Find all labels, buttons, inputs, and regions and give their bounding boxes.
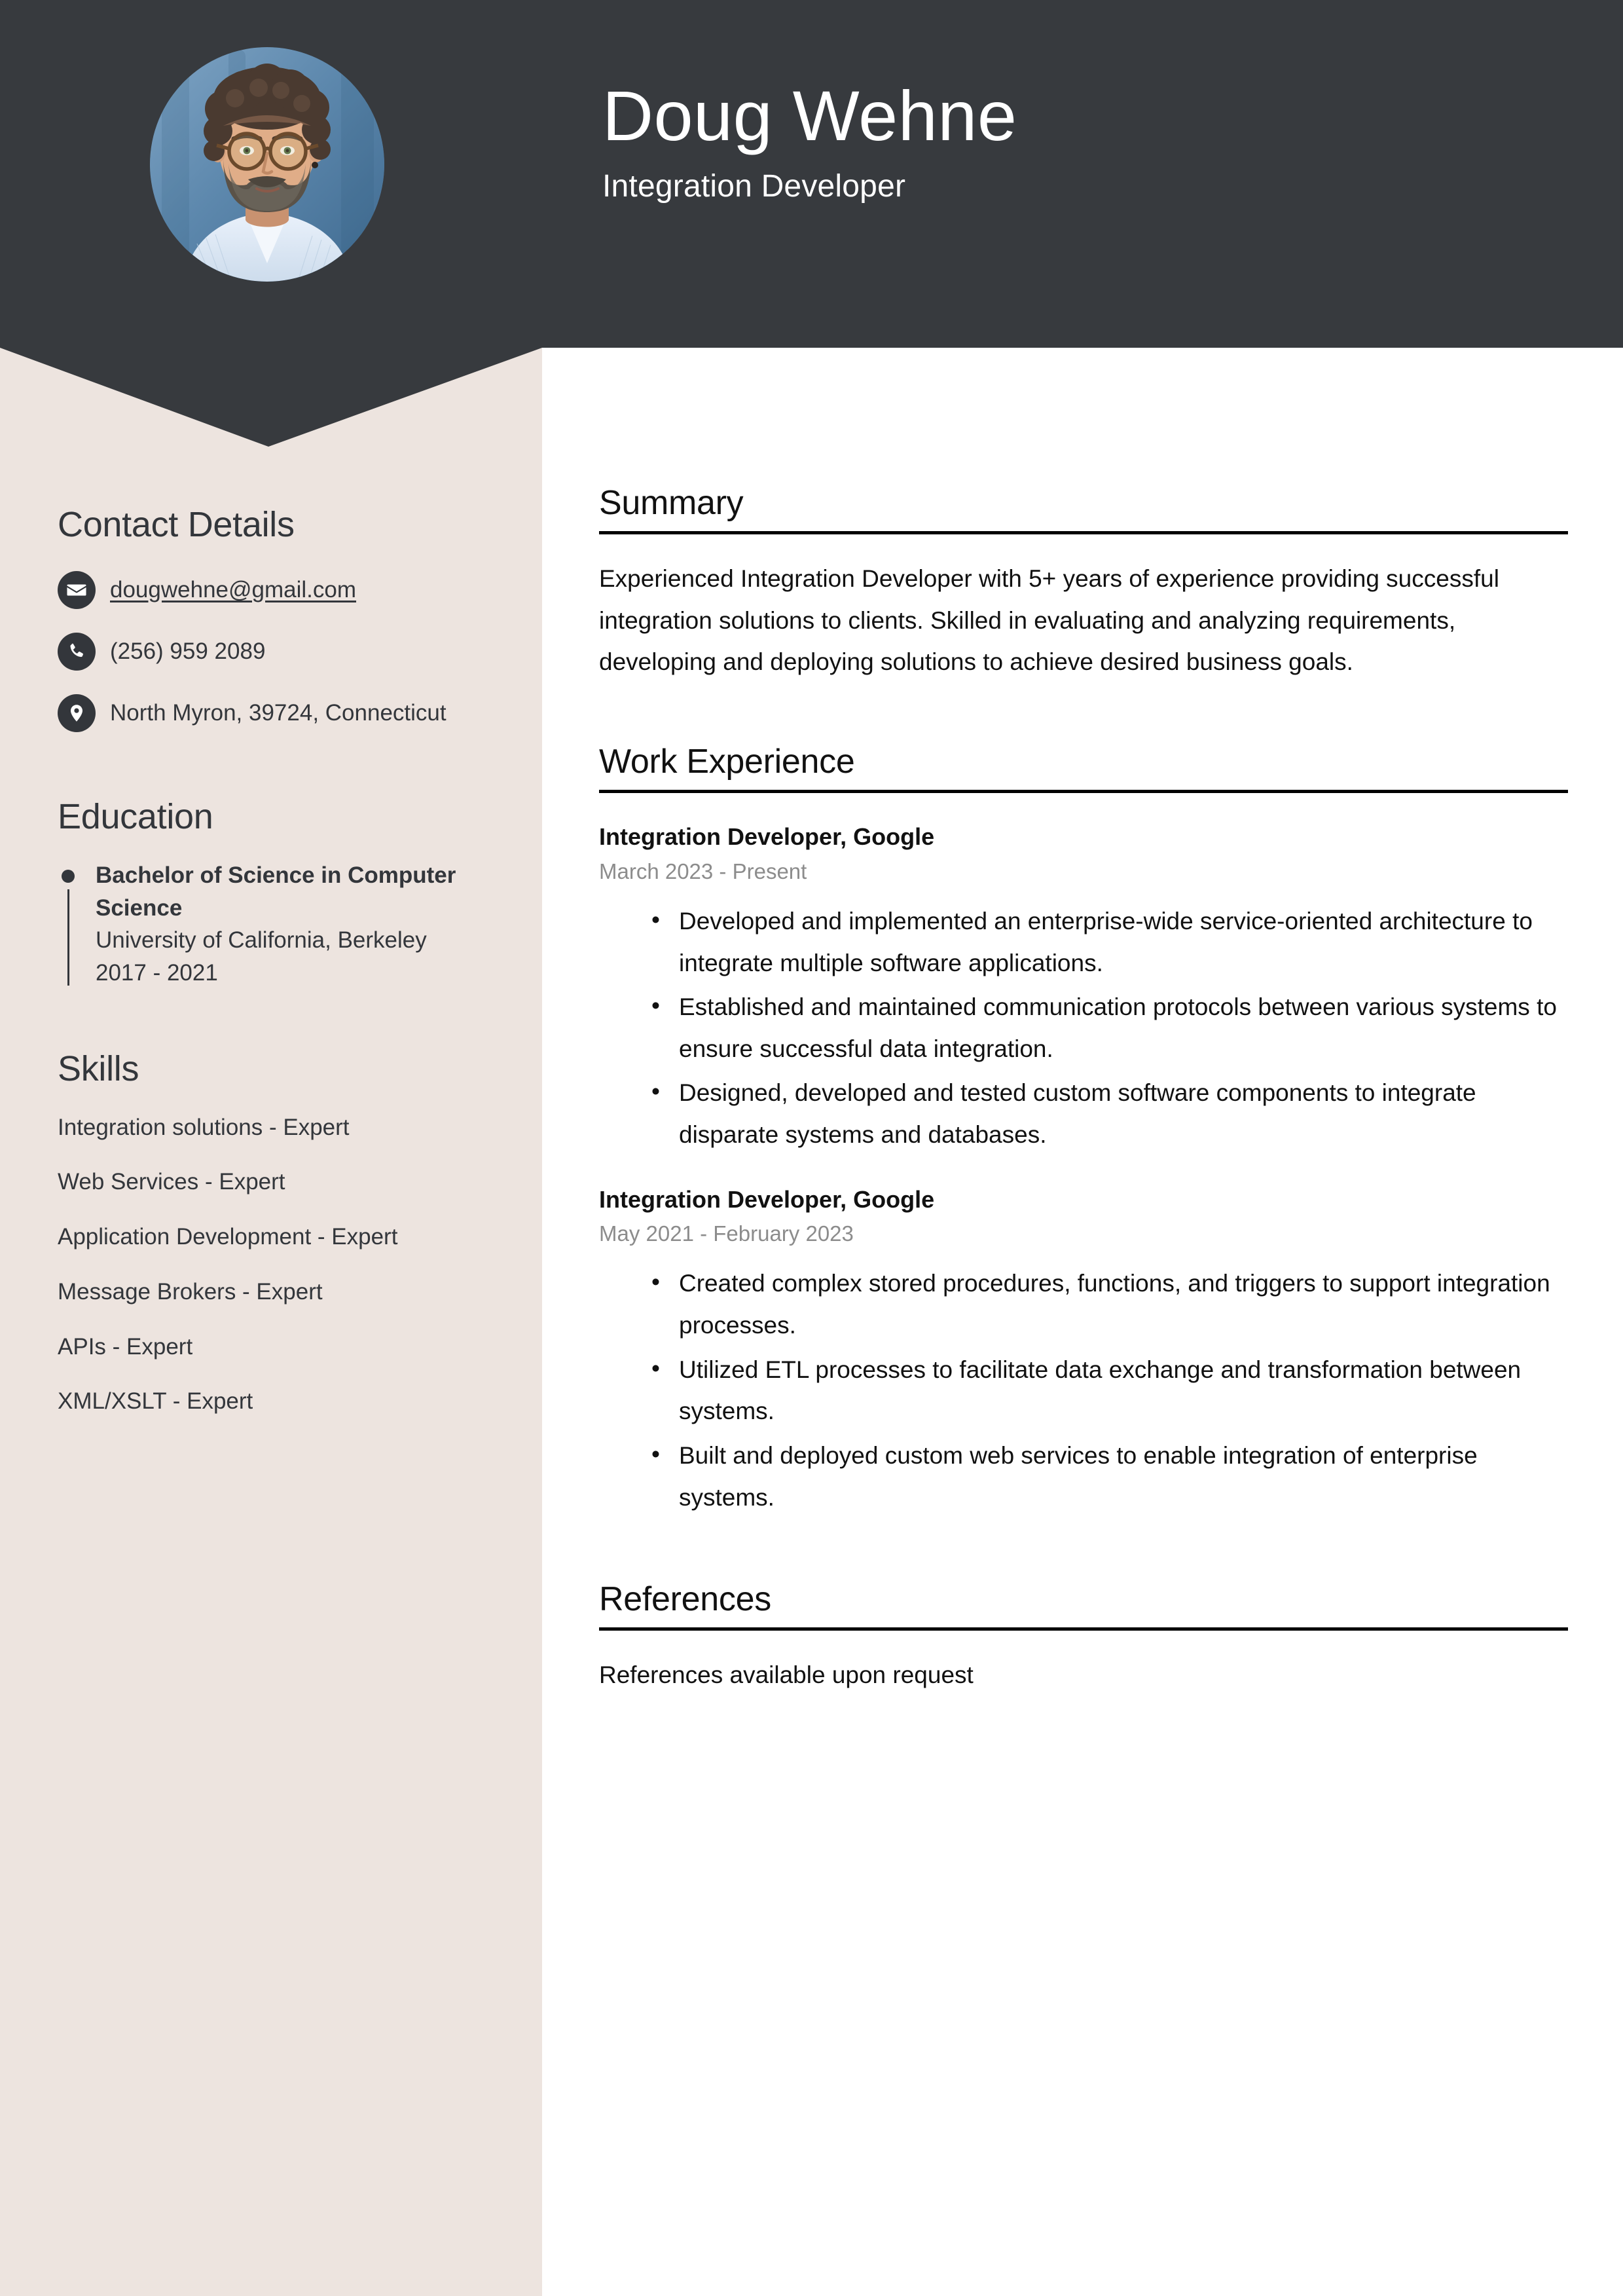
job-bullet: Developed and implemented an enterprise-… <box>651 899 1568 984</box>
job-bullet: Designed, developed and tested custom so… <box>651 1071 1568 1155</box>
references-section: References References available upon req… <box>599 1580 1568 1694</box>
contact-phone-value[interactable]: (256) 959 2089 <box>110 631 265 669</box>
contact-list: dougwehne@gmail.com (256) 959 2089 North… <box>58 570 484 732</box>
work-experience-heading: Work Experience <box>599 743 855 781</box>
person-job-title: Integration Developer <box>602 169 906 204</box>
contact-location-value: North Myron, 39724, Connecticut <box>110 700 447 726</box>
education-list: Bachelor of Science in Computer Science … <box>58 859 484 990</box>
contact-item-email[interactable]: dougwehne@gmail.com <box>58 570 484 609</box>
job-bullet: Created complex stored procedures, funct… <box>651 1261 1568 1346</box>
summary-text: Experienced Integration Developer with 5… <box>599 565 1499 676</box>
summary-heading: Summary <box>599 484 744 522</box>
summary-section: Summary Experienced Integration Develope… <box>599 484 1568 683</box>
skill-item: XML/XSLT - Expert <box>58 1388 253 1415</box>
skill-item: Web Services - Expert <box>58 1169 285 1195</box>
bullet-dot-icon <box>62 870 75 883</box>
education-item: Bachelor of Science in Computer Science … <box>58 859 484 990</box>
job-title: Integration Developer, Google <box>599 823 935 851</box>
references-heading: References <box>599 1580 771 1619</box>
skill-item: APIs - Expert <box>58 1333 193 1360</box>
skills-heading: Skills <box>58 1048 139 1088</box>
section-divider <box>599 790 1568 794</box>
job-dates: May 2021 - February 2023 <box>599 1221 854 1246</box>
timeline-rule <box>67 889 69 986</box>
section-divider <box>599 531 1568 535</box>
job-entry: Integration Developer, Google March 2023… <box>599 822 1568 1155</box>
header-text-block: Doug Wehne Integration Developer <box>602 79 1017 204</box>
education-degree: Bachelor of Science in Computer Science <box>96 862 456 921</box>
education-heading: Education <box>58 797 213 836</box>
envelope-icon <box>58 571 96 609</box>
location-pin-icon <box>58 694 96 732</box>
section-divider <box>599 1627 1568 1631</box>
contact-item-location: North Myron, 39724, Connecticut <box>58 693 484 732</box>
person-name: Doug Wehne <box>602 76 1017 155</box>
skill-item: Integration solutions - Expert <box>58 1114 350 1140</box>
job-bullet-list: Created complex stored procedures, funct… <box>599 1261 1568 1518</box>
skill-item: Message Brokers - Expert <box>58 1278 323 1305</box>
job-bullet: Utilized ETL processes to facilitate dat… <box>651 1348 1568 1432</box>
job-bullet-list: Developed and implemented an enterprise-… <box>599 899 1568 1156</box>
skills-list: Integration solutions - Expert Web Servi… <box>58 1111 484 1418</box>
sidebar: Contact Details dougwehne@gmail.com (256… <box>0 0 542 1440</box>
job-dates: March 2023 - Present <box>599 859 807 884</box>
education-years: 2017 - 2021 <box>96 960 218 986</box>
job-bullet: Established and maintained communication… <box>651 985 1568 1069</box>
job-bullet: Built and deployed custom web services t… <box>651 1434 1568 1518</box>
job-entry: Integration Developer, Google May 2021 -… <box>599 1185 1568 1518</box>
education-school: University of California, Berkeley <box>96 927 427 954</box>
phone-icon <box>58 633 96 671</box>
work-experience-section: Work Experience Integration Developer, G… <box>599 743 1568 1518</box>
job-title: Integration Developer, Google <box>599 1185 935 1213</box>
contact-details-heading: Contact Details <box>58 505 295 544</box>
contact-email-value[interactable]: dougwehne@gmail.com <box>110 570 356 607</box>
contact-item-phone[interactable]: (256) 959 2089 <box>58 631 484 671</box>
resume-page: Doug Wehne Integration Developer Contact… <box>0 0 1623 2296</box>
skill-item: Application Development - Expert <box>58 1224 398 1250</box>
references-text: References available upon request <box>599 1661 974 1689</box>
main-column: Summary Experienced Integration Develope… <box>599 484 1568 1695</box>
